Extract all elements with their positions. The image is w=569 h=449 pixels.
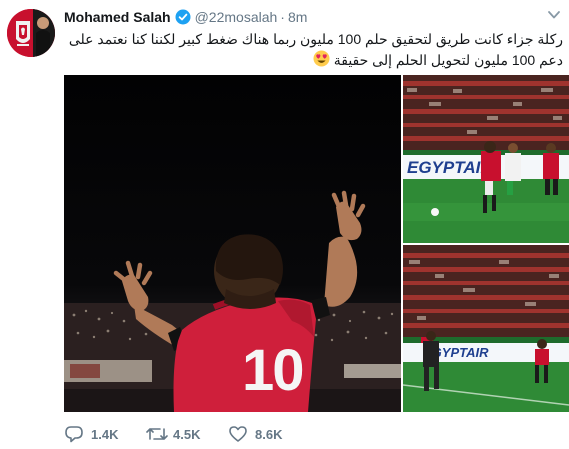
media-photo-goal[interactable]: EGYPTAIR bbox=[403, 245, 569, 412]
jersey-number: 10 bbox=[242, 338, 303, 403]
goal-scene-photo-icon: EGYPTAIR bbox=[403, 245, 569, 412]
reply-icon bbox=[65, 426, 83, 443]
retweet-count: 4.5K bbox=[173, 427, 201, 442]
separator-dot: · bbox=[280, 9, 285, 25]
salah-celebration-photo-icon: 10 bbox=[64, 75, 401, 412]
author-handle[interactable]: @22mosalah bbox=[195, 9, 278, 25]
author-name[interactable]: Mohamed Salah bbox=[64, 9, 171, 25]
reply-count: 1.4K bbox=[91, 427, 119, 442]
penalty-kick-photo-icon: EGYPTAIR bbox=[403, 75, 569, 243]
verified-badge-icon bbox=[175, 9, 191, 25]
heart-icon bbox=[229, 426, 247, 442]
heart-eyes-emoji-icon bbox=[313, 50, 330, 67]
liverpool-crest-icon bbox=[7, 9, 55, 57]
media-grid: 10 EGYPTAIR EGYPTAIR bbox=[64, 75, 569, 412]
retweet-icon bbox=[146, 428, 168, 440]
tweet-text: ركلة جزاء كانت طريق لتحقيق حلم 100 مليون… bbox=[64, 29, 563, 71]
avatar[interactable] bbox=[7, 9, 55, 57]
banner-egyptair-top: EGYPTAIR bbox=[407, 158, 493, 177]
media-photo-penalty[interactable]: EGYPTAIR bbox=[403, 75, 569, 243]
like-count: 8.6K bbox=[255, 427, 283, 442]
tweet[interactable]: Mohamed Salah @22mosalah · 8m ركلة جزاء كان… bbox=[0, 0, 569, 449]
tweet-header: Mohamed Salah @22mosalah · 8m bbox=[64, 8, 307, 26]
tweet-timestamp[interactable]: 8m bbox=[288, 9, 307, 25]
chevron-down-icon[interactable] bbox=[548, 10, 560, 20]
media-photo-main[interactable]: 10 bbox=[64, 75, 401, 412]
